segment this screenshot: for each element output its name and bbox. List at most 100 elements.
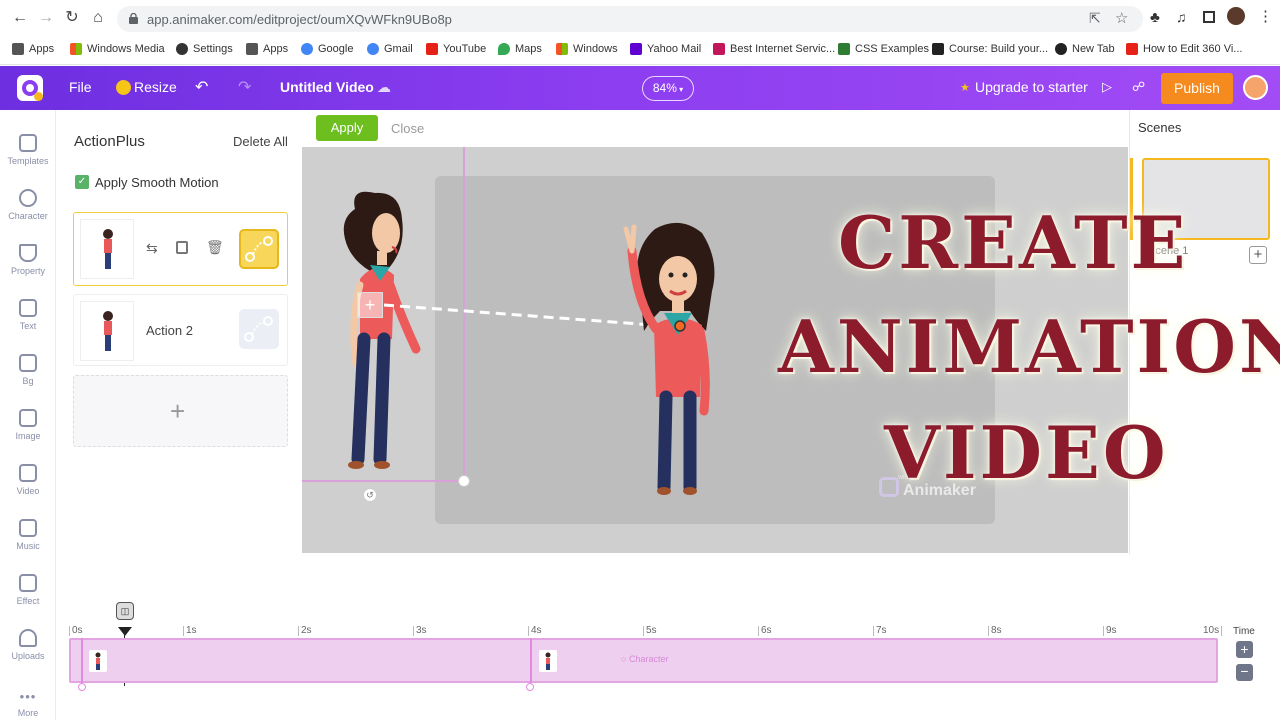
plus-icon: +	[170, 396, 186, 426]
add-action-button[interactable]: +	[73, 375, 288, 447]
apply-button[interactable]: Apply	[316, 115, 378, 141]
bookmark-apps[interactable]: Apps	[12, 40, 54, 58]
motion-path-button[interactable]	[239, 309, 279, 349]
bookmark-course[interactable]: Course: Build your...	[932, 40, 1048, 58]
file-menu[interactable]: File	[69, 79, 92, 95]
media-icon[interactable]: ♫	[1176, 9, 1187, 25]
rail-uploads[interactable]: Uploads	[0, 629, 56, 661]
rotate-handle[interactable]: ↺	[363, 488, 377, 502]
image-icon	[19, 409, 37, 427]
keyframe-start-marker[interactable]: +	[357, 292, 383, 318]
resize-handle[interactable]	[458, 475, 470, 487]
rail-character[interactable]: Character	[0, 189, 56, 221]
sidepanel-icon[interactable]	[1203, 11, 1215, 23]
back-icon[interactable]: ←	[10, 8, 30, 28]
flip-icon[interactable]	[176, 241, 188, 254]
bookmark-internet[interactable]: Best Internet Servic...	[713, 40, 835, 58]
playhead-marker[interactable]	[118, 627, 132, 636]
text-icon	[19, 299, 37, 317]
bookmark-windows[interactable]: Windows	[556, 40, 618, 58]
action-thumbnail	[80, 219, 134, 279]
user-avatar[interactable]	[1243, 75, 1268, 100]
scenes-title: Scenes	[1138, 120, 1182, 135]
keyframe-divider-1	[81, 638, 83, 683]
rail-property[interactable]: Property	[0, 244, 56, 276]
bookmark-icon	[713, 43, 725, 55]
mail-icon	[630, 43, 642, 55]
bookmark-maps[interactable]: Maps	[498, 40, 542, 58]
play-preview-icon[interactable]: ▷	[1102, 79, 1112, 95]
bookmark-windows-media[interactable]: Windows Media	[70, 40, 165, 58]
rail-more[interactable]: ••• More	[0, 689, 56, 718]
bg-icon	[19, 354, 37, 372]
track-start-handle[interactable]	[78, 683, 86, 691]
star-icon[interactable]: ☆	[1115, 9, 1128, 27]
left-rail: Templates Character Property Text Bg Ima…	[0, 110, 56, 720]
playhead-handle[interactable]: ◫	[116, 602, 134, 620]
bookmark-youtube[interactable]: YouTube	[426, 40, 486, 58]
forward-icon[interactable]: →	[36, 8, 56, 28]
youtube-icon	[1126, 43, 1138, 55]
canvas-toolbar: Apply Close	[302, 110, 1128, 147]
bookmark-apps-2[interactable]: Apps	[246, 40, 288, 58]
google-icon	[367, 43, 379, 55]
add-scene-button[interactable]: +	[1249, 246, 1267, 264]
character-end-pose[interactable]	[620, 221, 720, 497]
bookmark-new-tab[interactable]: New Tab	[1055, 40, 1115, 58]
action-card-1[interactable]: ⇆ 🗑	[73, 212, 288, 286]
bookmark-google[interactable]: Google	[301, 40, 353, 58]
publish-button[interactable]: Publish	[1161, 73, 1233, 104]
browser-chrome: ← → ↻ ⌂ app.animaker.com/editproject/oum…	[0, 0, 1280, 65]
app-header: File Resize ↶ ↷ Untitled Video ☁ 84% ▾ ★…	[0, 66, 1280, 110]
bookmark-360[interactable]: How to Edit 360 Vi...	[1126, 40, 1242, 58]
rail-image[interactable]: Image	[0, 409, 56, 441]
youtube-icon	[426, 43, 438, 55]
rail-music[interactable]: Music	[0, 519, 56, 551]
rail-templates[interactable]: Templates	[0, 134, 56, 166]
bookmark-settings[interactable]: Settings	[176, 40, 233, 58]
tick-3s: 3s	[413, 626, 427, 636]
project-title[interactable]: Untitled Video	[280, 79, 374, 95]
animaker-logo[interactable]	[17, 75, 43, 101]
character-icon	[19, 189, 37, 207]
tick-8s: 8s	[988, 626, 1002, 636]
share-icon[interactable]: ⇱	[1089, 10, 1101, 27]
delete-all-button[interactable]: Delete All	[233, 134, 288, 149]
home-icon[interactable]: ⌂	[88, 8, 108, 28]
extensions-icon[interactable]: ♣	[1150, 9, 1160, 26]
rail-bg[interactable]: Bg	[0, 354, 56, 386]
reload-icon[interactable]: ↻	[62, 8, 82, 28]
keyframe-thumb-2[interactable]	[539, 650, 557, 672]
share-icon[interactable]: ☍	[1132, 79, 1145, 95]
address-bar[interactable]: app.animaker.com/editproject/oumXQvWFkn9…	[117, 6, 1143, 32]
music-icon	[19, 519, 37, 537]
action-thumbnail	[80, 301, 134, 361]
rail-video[interactable]: Video	[0, 464, 56, 496]
close-button[interactable]: Close	[391, 121, 424, 136]
motion-path-button[interactable]	[239, 229, 279, 269]
redo-icon[interactable]: ↷	[238, 77, 251, 97]
bookmark-gmail[interactable]: Gmail	[367, 40, 413, 58]
zoom-in-button[interactable]: +	[1236, 641, 1253, 658]
keyframe-thumb-1[interactable]	[89, 650, 107, 672]
bookmark-yahoo-mail[interactable]: Yahoo Mail	[630, 40, 701, 58]
upgrade-link[interactable]: Upgrade to starter	[975, 79, 1088, 95]
tick-7s: 7s	[873, 626, 887, 636]
action-card-2[interactable]: Action 2	[73, 294, 288, 366]
profile-avatar[interactable]	[1227, 7, 1245, 25]
character-track-label: ○ Character	[621, 654, 669, 664]
resize-button[interactable]: Resize	[134, 79, 177, 95]
zoom-select[interactable]: 84% ▾	[642, 76, 694, 101]
rail-effect[interactable]: Effect	[0, 574, 56, 606]
bookmark-css[interactable]: CSS Examples	[838, 40, 929, 58]
swap-icon[interactable]: ⇆	[146, 240, 158, 257]
rail-text[interactable]: Text	[0, 299, 56, 331]
smooth-motion-checkbox[interactable]: ✓	[75, 175, 89, 189]
zoom-out-button[interactable]: −	[1236, 664, 1253, 681]
trash-icon[interactable]: 🗑	[206, 239, 224, 256]
track-mid-handle[interactable]	[526, 683, 534, 691]
character-track[interactable]: ○ Character	[69, 638, 1218, 683]
undo-icon[interactable]: ↶	[195, 77, 208, 97]
apps-icon	[12, 43, 24, 55]
menu-icon[interactable]: ⋮	[1258, 7, 1273, 25]
